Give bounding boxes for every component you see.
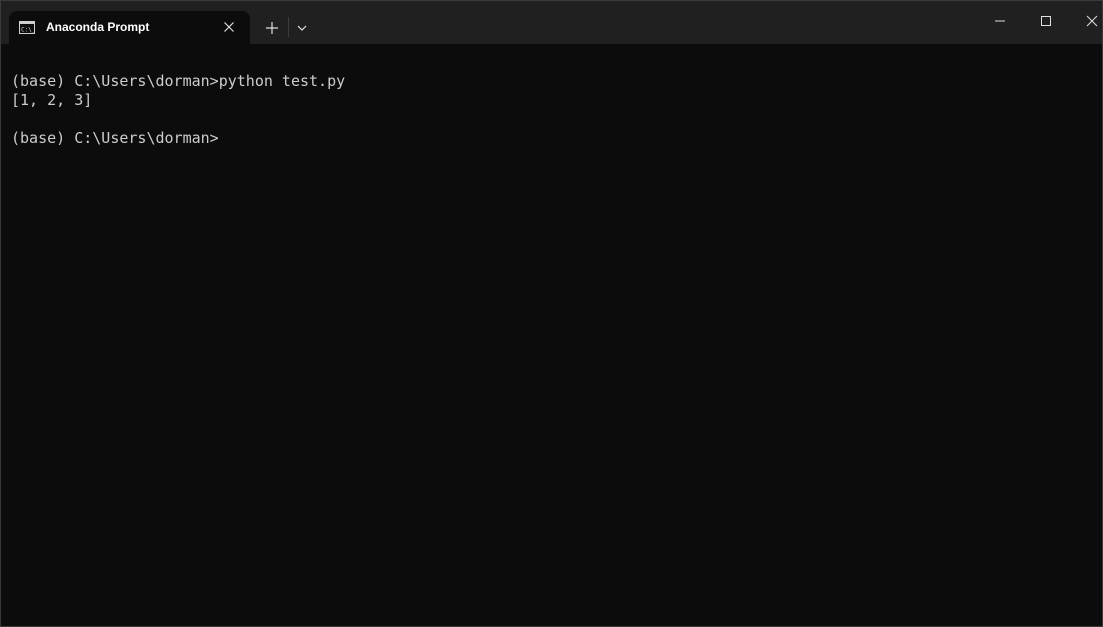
terminal-output[interactable]: (base) C:\Users\dorman>python test.py [1… [1, 44, 1102, 626]
chevron-down-icon[interactable] [294, 20, 310, 36]
maximize-button[interactable] [1023, 1, 1069, 44]
minimize-button[interactable] [977, 1, 1023, 44]
tab-anaconda-prompt[interactable]: C:\_ Anaconda Prompt [9, 11, 250, 44]
tab-close-icon[interactable] [222, 20, 236, 34]
minimize-icon [994, 14, 1006, 32]
terminal-icon: C:\_ [19, 21, 36, 34]
tab-divider [288, 17, 289, 37]
tab-title: Anaconda Prompt [46, 20, 150, 34]
title-bar[interactable]: C:\_ Anaconda Prompt [1, 1, 1102, 44]
maximize-icon [1040, 14, 1052, 32]
terminal-prompt-line: (base) C:\Users\dorman> [11, 129, 219, 147]
terminal-line: (base) C:\Users\dorman>python test.py [11, 72, 346, 90]
close-icon [1086, 14, 1098, 32]
terminal-line: [1, 2, 3] [11, 91, 93, 109]
svg-text:C:\_: C:\_ [21, 27, 35, 34]
close-window-button[interactable] [1069, 1, 1102, 44]
new-tab-plus-icon[interactable] [263, 19, 281, 37]
terminal-window: C:\_ Anaconda Prompt (base) C:\Users\dor… [0, 0, 1103, 627]
